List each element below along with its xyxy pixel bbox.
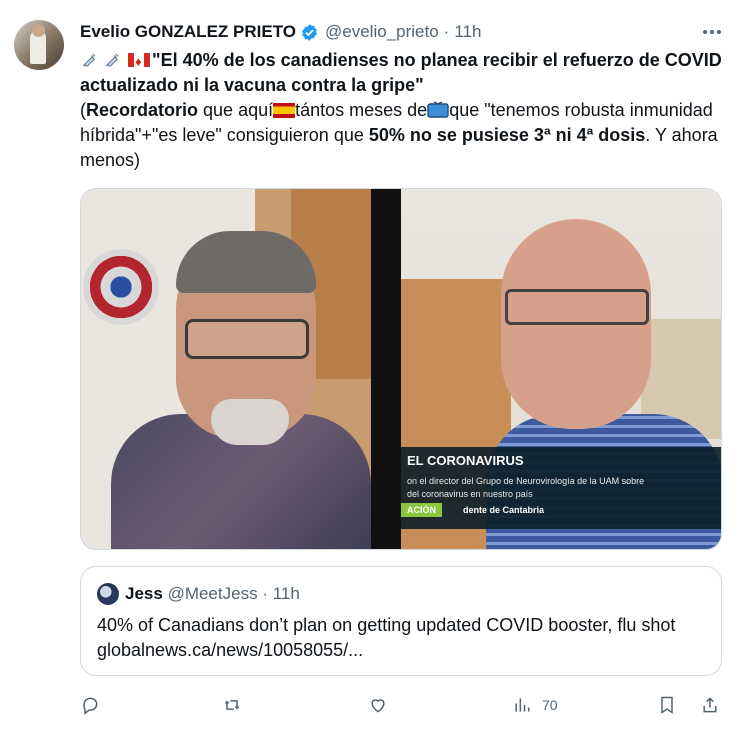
author-name[interactable]: Evelio GONZALEZ PRIETO: [80, 22, 296, 42]
news-banner: EL CORONAVIRUS on el director del Grupo …: [401, 447, 721, 529]
quoted-time[interactable]: 11h: [273, 584, 300, 603]
tv-icon: [427, 101, 449, 118]
quoted-name[interactable]: Jess: [125, 584, 163, 603]
author-handle[interactable]: @evelio_prieto: [325, 22, 439, 42]
person-left-glasses: [185, 319, 309, 359]
like-icon: [371, 699, 385, 713]
views-button[interactable]: 70: [512, 690, 558, 720]
tweet-line-2: (Recordatorio que aquí tántos meses de que…: [80, 98, 725, 173]
separator-dot: ·: [443, 22, 450, 41]
views-count: 70: [542, 697, 558, 713]
like-button[interactable]: [368, 690, 388, 720]
syringe-icon: [105, 53, 119, 67]
tweet-line-1: "El 40% de los canadienses no planea rec…: [80, 48, 725, 98]
quoted-header: Jess @MeetJess · 11h: [125, 583, 300, 605]
action-bar: 70: [80, 690, 722, 720]
banner-tag: ACIÓN: [401, 503, 442, 517]
avatar-head: [32, 24, 45, 37]
share-button[interactable]: [700, 690, 720, 720]
video-divider: [371, 189, 401, 549]
banner-subtitle-1: on el director del Grupo de Neurovirolog…: [407, 476, 645, 486]
canada-flag-icon: [128, 49, 151, 74]
retweet-icon: [224, 700, 240, 710]
retweet-button[interactable]: [222, 690, 242, 720]
reply-icon: [83, 697, 98, 715]
verified-badge-icon: [302, 23, 317, 41]
bookmark-button[interactable]: [657, 690, 677, 720]
tweet-headline: "El 40% de los canadienses no planea rec…: [80, 50, 722, 95]
more-icon[interactable]: [700, 22, 724, 42]
quoted-tweet[interactable]: Jess @MeetJess · 11h 40% of Canadians do…: [80, 566, 722, 676]
reminder-word: Recordatorio: [86, 100, 199, 120]
tweet-time[interactable]: 11h: [454, 22, 481, 42]
banner-subtitle-2: del coronavirus en nuestro país: [407, 489, 533, 499]
video-panel-left: [81, 189, 371, 549]
share-icon: [703, 697, 717, 713]
person-right-glasses: [505, 289, 649, 325]
spain-flag-icon: [273, 103, 296, 118]
tweet[interactable]: Evelio GONZALEZ PRIETO @evelio_prieto · …: [0, 0, 754, 738]
banner-role: dente de Cantabria: [463, 505, 545, 515]
media-image[interactable]: EL CORONAVIRUS on el director del Grupo …: [80, 188, 722, 550]
person-left-beard: [211, 399, 289, 445]
quoted-avatar[interactable]: [97, 583, 119, 605]
reply-button[interactable]: [80, 690, 100, 720]
author-avatar[interactable]: [14, 20, 64, 70]
quoted-text: 40% of Canadians don’t plan on getting u…: [97, 615, 676, 660]
quoted-separator: ·: [262, 584, 268, 603]
text-segment-b: tántos meses de: [295, 100, 428, 120]
tweet-text: "El 40% de los canadienses no planea rec…: [80, 48, 725, 173]
tweet-header: Evelio GONZALEZ PRIETO @evelio_prieto · …: [80, 20, 481, 44]
quoted-handle[interactable]: @MeetJess: [168, 584, 258, 603]
banner-title: EL CORONAVIRUS: [407, 453, 524, 468]
syringe-icon: [82, 53, 96, 67]
bookmark-icon: [661, 696, 673, 714]
dose-text: 50% no se pusiese 3ª ni 4ª dosis: [368, 125, 646, 145]
shield-decoration: [83, 249, 159, 325]
text-segment-a: que aquí: [198, 100, 274, 120]
views-icon: [515, 698, 530, 712]
